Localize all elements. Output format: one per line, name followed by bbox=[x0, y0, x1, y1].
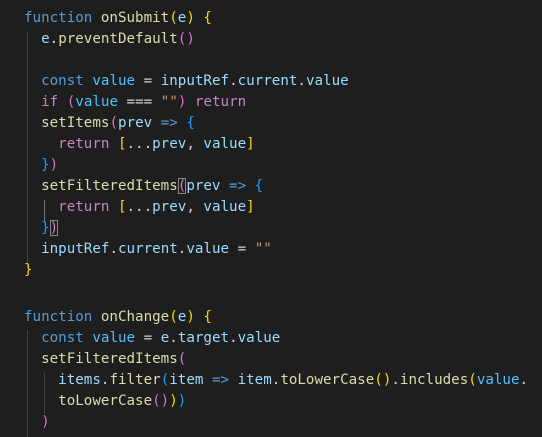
code-line[interactable]: function onSubmit(e) { bbox=[24, 8, 212, 29]
code-line[interactable]: toLowerCase())) bbox=[24, 391, 186, 412]
code-editor[interactable]: function onSubmit(e) { e.preventDefault(… bbox=[0, 0, 542, 437]
function-name: onSubmit bbox=[100, 10, 170, 26]
code-line[interactable]: } bbox=[24, 260, 33, 281]
code-line[interactable]: setItems(prev => { bbox=[24, 113, 195, 134]
code-line[interactable]: return [...prev, value] bbox=[24, 197, 255, 218]
function-name: onChange bbox=[100, 309, 170, 325]
code-line[interactable]: inputRef.current.value = "" bbox=[24, 239, 272, 260]
code-line[interactable]: const value = inputRef.current.value bbox=[24, 71, 349, 92]
keyword-function: function bbox=[24, 10, 93, 26]
code-line[interactable]: function onChange(e) { bbox=[24, 307, 212, 328]
code-line[interactable]: }) bbox=[24, 218, 59, 239]
code-line[interactable]: setFilteredItems( bbox=[24, 349, 186, 370]
matched-bracket: ) bbox=[49, 220, 59, 236]
code-line[interactable]: items.filter(item => item.toLowerCase().… bbox=[24, 370, 528, 391]
code-line[interactable]: if (value === "") return bbox=[24, 92, 246, 113]
code-line[interactable]: return [...prev, value] bbox=[24, 134, 255, 155]
code-line[interactable]: const value = e.target.value bbox=[24, 328, 280, 349]
code-line[interactable]: setFilteredItems(prev => { bbox=[24, 176, 263, 197]
code-line[interactable]: e.preventDefault() bbox=[24, 29, 195, 50]
code-line[interactable]: ) bbox=[24, 412, 50, 433]
code-line[interactable]: }) bbox=[24, 155, 58, 176]
